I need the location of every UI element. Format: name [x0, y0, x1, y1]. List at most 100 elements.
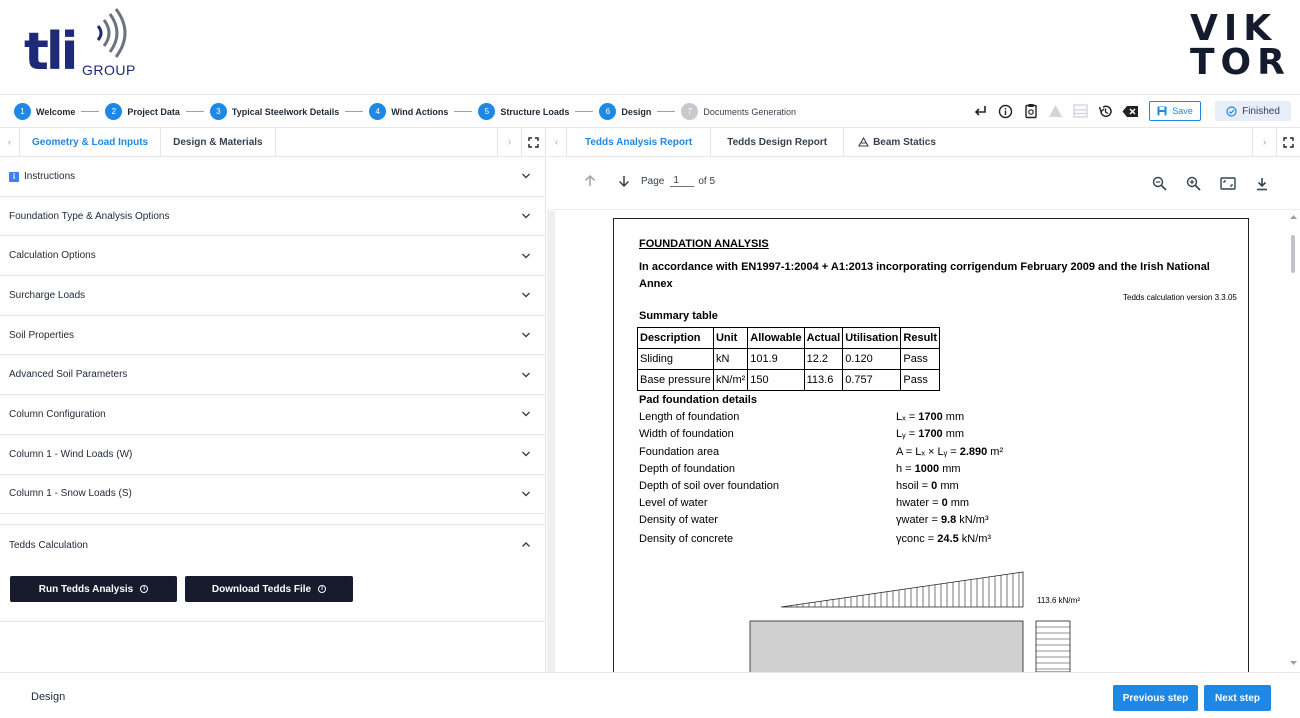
pad-foundation-heading: Pad foundation details — [639, 394, 757, 406]
input-tab-bar: ‹ Geometry & Load Inputs Design & Materi… — [0, 128, 545, 157]
column-header: Allowable — [747, 327, 805, 349]
input-sections: i Instructions Foundation Type & Analysis… — [0, 157, 545, 623]
property-label: Foundation area — [639, 446, 720, 458]
zoom-in-icon[interactable] — [1185, 175, 1202, 192]
chevron-up-icon — [522, 542, 530, 548]
pdf-scrollbar[interactable] — [1287, 211, 1300, 672]
download-tedds-file-button[interactable]: Download Tedds File i — [185, 576, 353, 603]
summary-heading: Summary table — [639, 310, 718, 322]
column-header: Utilisation — [842, 327, 902, 349]
section-title: Instructions — [24, 170, 76, 182]
input-panel: ‹ Geometry & Load Inputs Design & Materi… — [0, 128, 546, 672]
chevron-down-icon — [522, 491, 530, 497]
step-wind-actions[interactable]: 4 Wind Actions — [369, 103, 448, 120]
run-tedds-analysis-button[interactable]: Run Tedds Analysis i — [10, 576, 177, 603]
expand-icon[interactable] — [1276, 128, 1300, 156]
chevron-down-icon — [522, 253, 530, 259]
previous-step-button[interactable]: Previous step — [1113, 685, 1198, 711]
next-step-button[interactable]: Next step — [1204, 685, 1271, 711]
tab-scroll-right-icon[interactable]: › — [497, 128, 521, 156]
pdf-viewer[interactable]: FOUNDATION ANALYSIS In accordance with E… — [547, 211, 1287, 672]
tedds-section-header[interactable]: Tedds Calculation — [0, 525, 545, 565]
beam-icon — [858, 137, 870, 147]
zoom-out-icon[interactable] — [1151, 175, 1168, 192]
expand-icon[interactable] — [521, 128, 545, 156]
section-title: Calculation Options — [9, 250, 96, 262]
chevron-down-icon — [522, 292, 530, 298]
current-step-title: Design — [31, 691, 66, 703]
history-icon[interactable] — [1097, 103, 1114, 120]
tab-geometry-load-inputs[interactable]: Geometry & Load Inputs — [20, 128, 162, 156]
step-label: Project Data — [127, 106, 180, 117]
tab-scroll-right-icon[interactable]: › — [1252, 128, 1276, 156]
step-structure-loads[interactable]: 5 Structure Loads — [478, 103, 569, 120]
section-surcharge-loads[interactable]: Surcharge Loads — [0, 276, 545, 316]
download-icon[interactable] — [1253, 175, 1270, 192]
property-value: h = 1000 mm — [896, 463, 961, 475]
page-number-input[interactable]: 1 — [670, 175, 695, 187]
section-instructions[interactable]: i Instructions — [0, 157, 545, 197]
tab-scroll-left-icon[interactable]: ‹ — [547, 128, 567, 156]
viktor-logo: VIK TOR — [1190, 11, 1291, 83]
step-project-data[interactable]: 2 Project Data — [105, 103, 180, 120]
property-value: Lᵧ = 1700 mm — [896, 428, 965, 440]
fit-to-page-icon[interactable] — [1219, 175, 1236, 192]
section-title: Tedds Calculation — [9, 539, 88, 551]
step-connector — [657, 111, 676, 112]
step-typical-steelwork-details[interactable]: 3 Typical Steelwork Details — [209, 103, 339, 120]
section-foundation-type[interactable]: Foundation Type & Analysis Options — [0, 197, 545, 237]
step-welcome[interactable]: 1 Welcome — [14, 103, 75, 120]
signal-waves-icon — [96, 8, 127, 58]
save-label: Save — [1172, 106, 1193, 116]
tab-scroll-left-icon[interactable]: ‹ — [0, 128, 20, 156]
step-label: Wind Actions — [391, 106, 449, 117]
save-icon — [1157, 106, 1167, 116]
chevron-down-icon — [522, 213, 530, 219]
tab-design-materials[interactable]: Design & Materials — [161, 128, 276, 156]
section-tedds-calculation: Tedds Calculation Run Tedds Analysis i D… — [0, 524, 545, 623]
save-button[interactable]: Save — [1149, 101, 1201, 121]
report-tab-bar: ‹ Tedds Analysis Report Tedds Design Rep… — [547, 128, 1300, 157]
page-label: Page — [641, 175, 665, 187]
section-column-configuration[interactable]: Column Configuration — [0, 395, 545, 435]
section-calculation-options[interactable]: Calculation Options — [0, 236, 545, 277]
summary-table: Description Unit Allowable Actual Utilis… — [637, 327, 941, 391]
step-number: 7 — [681, 103, 699, 120]
arrow-down-icon[interactable] — [617, 174, 631, 188]
scroll-up-icon[interactable] — [1287, 213, 1300, 221]
property-value: hwater = 0 mm — [896, 497, 970, 509]
column-header: Description — [637, 327, 714, 349]
arrow-up-icon[interactable] — [583, 174, 597, 188]
report-title: FOUNDATION ANALYSIS — [639, 238, 769, 250]
return-arrow-icon[interactable] — [972, 103, 989, 120]
clipboard-info-icon[interactable] — [1022, 103, 1039, 120]
scroll-down-icon[interactable] — [1287, 659, 1300, 667]
scroll-thumb[interactable] — [1291, 235, 1295, 273]
stepper: 1 Welcome 2 Project Data 3 Typical Steel… — [14, 103, 796, 120]
section-column-1-wind-loads[interactable]: Column 1 - Wind Loads (W) — [0, 435, 545, 475]
step-navigation-bar: 1 Welcome 2 Project Data 3 Typical Steel… — [0, 95, 1300, 128]
section-title: Surcharge Loads — [9, 289, 86, 301]
step-connector — [345, 111, 364, 112]
step-number: 3 — [209, 103, 227, 120]
chevron-down-icon — [522, 372, 530, 378]
section-advanced-soil-parameters[interactable]: Advanced Soil Parameters — [0, 355, 545, 396]
step-number: 1 — [14, 103, 31, 120]
tab-beam-statics[interactable]: Beam Statics — [844, 128, 950, 156]
step-number: 2 — [105, 103, 123, 120]
step-design[interactable]: 6 Design — [599, 103, 651, 120]
section-soil-properties[interactable]: Soil Properties — [0, 316, 545, 356]
warning-icon — [1047, 103, 1064, 120]
tab-tedds-analysis-report[interactable]: Tedds Analysis Report — [567, 128, 712, 156]
step-label: Design — [621, 106, 652, 117]
tab-tedds-design-report[interactable]: Tedds Design Report — [711, 128, 845, 156]
tli-logo-text: tli — [24, 22, 78, 82]
viktor-logo-line-2: TOR — [1190, 42, 1291, 83]
section-column-1-snow-loads[interactable]: Column 1 - Snow Loads (S) — [0, 475, 545, 515]
step-documents-generation[interactable]: 7 Documents Generation — [681, 103, 796, 120]
pdf-toolbar: Page 1 of 5 — [547, 157, 1300, 210]
finished-button[interactable]: Finished — [1215, 101, 1291, 121]
chevron-down-icon — [522, 332, 530, 338]
clear-icon[interactable] — [1122, 103, 1139, 120]
info-icon[interactable] — [997, 103, 1014, 120]
